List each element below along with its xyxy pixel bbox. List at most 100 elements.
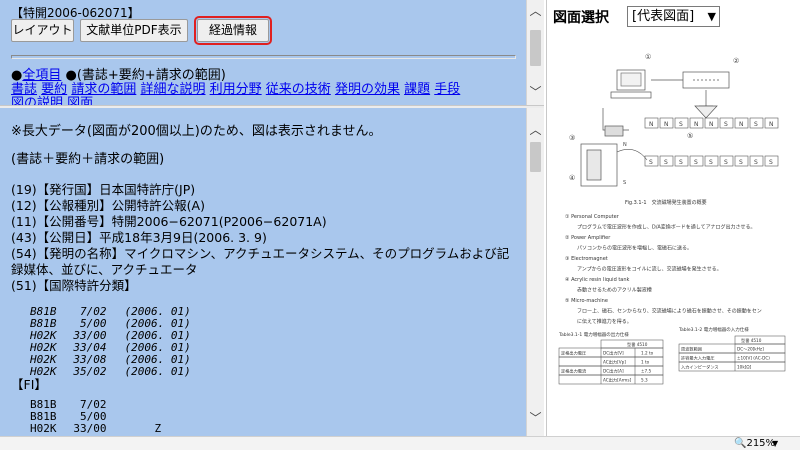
nav-abstract[interactable]: 要約 bbox=[41, 82, 67, 97]
nav-detailed-description[interactable]: 詳細な説明 bbox=[140, 82, 205, 97]
header-pane: 【特開2006-062071】 レイアウト 文献単位PDF表示 経過情報 ●全項… bbox=[0, 0, 526, 105]
section-heading: (書誌＋要約＋請求の範囲) bbox=[11, 152, 165, 167]
zoom-dropdown-icon[interactable]: ▼ bbox=[772, 437, 778, 450]
table-cell: AC出力[Arms] bbox=[603, 377, 631, 384]
magnet-label: S bbox=[724, 121, 728, 128]
patent-figure: N S ① ② ③ ④ ⑤ N N S N N S N S N S S S S S S S S S Fig.3.1… bbox=[558, 53, 786, 385]
figure-select-title: 図面選択 bbox=[553, 10, 609, 26]
magnet-label: S bbox=[649, 159, 653, 166]
figure-item-text: パソコンからの電圧波形を増幅し、電磁石に送る。 bbox=[577, 245, 692, 252]
table-model: 型番 4510 bbox=[627, 341, 648, 348]
figure-caption: Fig.3.1-1 交流磁場発生装置の概要 bbox=[625, 199, 707, 206]
zoom-value: 215% bbox=[746, 438, 776, 449]
coil-label-n: N bbox=[623, 142, 627, 148]
nav-problem[interactable]: 課題 bbox=[404, 82, 430, 97]
input-spec-table: Table3.1-2 電力増幅器の入力仕様型番 4510 周波数範囲 DC〜20[k… bbox=[678, 326, 786, 372]
scroll-down-icon[interactable]: ﹀ bbox=[527, 410, 544, 427]
history-button[interactable]: 経過情報 bbox=[194, 16, 272, 45]
status-bar: 🔍215% ▼ bbox=[0, 436, 800, 450]
circled-number: ① bbox=[645, 53, 651, 61]
circled-number: ④ bbox=[569, 174, 575, 182]
figure-item-text: プログラムで電圧波形を作成し、D/A変換ボードを通してアナログ出力させる。 bbox=[577, 224, 756, 231]
document-pane: ※長大データ(図面が200個以上)のため、図は表示されません。 (書誌＋要約＋請… bbox=[0, 108, 526, 436]
keyboard-shape bbox=[610, 91, 652, 99]
ipc-version: (2006. 01) bbox=[124, 365, 191, 378]
magnet-label: S bbox=[769, 159, 773, 166]
nav-biblio[interactable]: 書誌 bbox=[11, 82, 37, 97]
nav-row-2: 書誌 要約 請求の範囲 詳細な説明 利用分野 従来の技術 発明の効果 課題 手段 bbox=[11, 82, 460, 97]
table-cell: 1.2 to bbox=[641, 351, 654, 356]
nav-claims[interactable]: 請求の範囲 bbox=[71, 82, 136, 97]
fi-heading: 【FI】 bbox=[11, 377, 47, 392]
pdf-view-button[interactable]: 文献単位PDF表示 bbox=[80, 19, 188, 42]
output-spec-table: Table3.1-1 電力増幅器の出力仕様型番 4510 定格出力電圧 DC出力[V… bbox=[558, 331, 664, 385]
nav-current-section: (書誌+要約+請求の範囲) bbox=[76, 68, 226, 83]
table-cell: 許容最大入力電圧 bbox=[681, 355, 715, 362]
table-cell: 入力インピーダンス bbox=[681, 364, 719, 371]
figure-items: ① Personal Computer プログラムで電圧波形を作成し、D/A変換ボ… bbox=[565, 214, 762, 325]
figure-item-text: 赤動させるためのアクリル製液槽 bbox=[577, 287, 652, 294]
table-cell: 定格出力電流 bbox=[561, 368, 587, 375]
notice-text: ※長大データ(図面が200個以上)のため、図は表示されません。 bbox=[11, 124, 382, 139]
circled-number: ② bbox=[733, 57, 739, 65]
nav-effects[interactable]: 発明の効果 bbox=[335, 82, 400, 97]
table-cell: 定格出力電圧 bbox=[561, 350, 586, 357]
nav-means[interactable]: 手段 bbox=[434, 82, 460, 97]
magnet-label: S bbox=[739, 159, 743, 166]
figure-select-dropdown[interactable]: [代表図面] ▼ bbox=[627, 6, 720, 27]
layout-button[interactable]: レイアウト bbox=[11, 19, 74, 42]
figure-pane: 図面選択 [代表図面] ▼ N S ① ② ③ ④ ⑤ N N S N N S N S N S S S… bbox=[546, 0, 800, 436]
nav-row-3: 図の説明 図面 bbox=[11, 96, 93, 105]
zoom-icon: 🔍 bbox=[734, 438, 747, 449]
coil-label-s: S bbox=[623, 180, 626, 186]
bullet-icon: ● bbox=[65, 68, 77, 83]
header-scrollbar[interactable]: ︿ ﹀ bbox=[526, 0, 544, 105]
zoom-level[interactable]: 🔍215% bbox=[734, 437, 775, 450]
figure-item-text: フロー上、磁石、センからなり、交流磁場により磁石を振動させ、その振動をセン bbox=[577, 308, 762, 315]
magnet-label: N bbox=[664, 121, 669, 128]
figure-item-heading: ③ Electromagnet bbox=[565, 256, 608, 262]
magnet-label: N bbox=[649, 121, 654, 128]
scroll-down-icon[interactable]: ﹀ bbox=[527, 84, 544, 101]
scroll-thumb[interactable] bbox=[530, 142, 541, 172]
circled-number: ⑤ bbox=[687, 132, 693, 140]
scroll-thumb[interactable] bbox=[530, 30, 541, 66]
chevron-down-icon: ▼ bbox=[707, 10, 716, 23]
table-title: Table3.1-1 電力増幅器の出力仕様 bbox=[558, 331, 629, 338]
magnet-label: S bbox=[679, 121, 683, 128]
document-scrollbar[interactable]: ︿ ﹀ bbox=[526, 108, 544, 436]
nav-prior-art[interactable]: 従来の技術 bbox=[266, 82, 331, 97]
nav-field[interactable]: 利用分野 bbox=[210, 82, 262, 97]
nav-drawings[interactable]: 図面 bbox=[67, 96, 93, 105]
figure-item-text: に伝えて推進力を得る。 bbox=[577, 318, 632, 325]
table-cell: 1 to bbox=[641, 360, 650, 365]
magnet-label: S bbox=[754, 159, 758, 166]
scroll-up-icon[interactable]: ︿ bbox=[527, 3, 544, 20]
magnet-label: N bbox=[694, 121, 699, 128]
table-cell: 10k[Ω] bbox=[737, 365, 752, 370]
table-cell: DC出力[A] bbox=[603, 368, 624, 375]
table-cell: AC出力[Vp] bbox=[603, 359, 626, 366]
magnet-label: N bbox=[739, 121, 744, 128]
nav-figure-description[interactable]: 図の説明 bbox=[11, 96, 63, 105]
magnet-label: S bbox=[664, 159, 668, 166]
magnet-label: N bbox=[769, 121, 774, 128]
left-pane: 【特開2006-062071】 レイアウト 文献単位PDF表示 経過情報 ●全項… bbox=[0, 0, 544, 436]
magnet-rows: N N S N N S N S N S S S S S S S S S bbox=[616, 117, 779, 167]
magnet-label: S bbox=[694, 159, 698, 166]
table-cell: ±7.5 bbox=[641, 369, 652, 374]
biblio-line: (51)【国際特許分類】 bbox=[11, 278, 137, 293]
figure-item-text: アンプからの電圧波形をコイルに流し、交流磁場を発生させる。 bbox=[577, 266, 722, 273]
figure-item-heading: ⑤ Micro-machine bbox=[565, 298, 608, 304]
magnet-label: S bbox=[709, 159, 713, 166]
table-cell: 5.3 bbox=[641, 378, 648, 383]
nav-all-items[interactable]: 全項目 bbox=[22, 68, 61, 83]
scroll-up-icon[interactable]: ︿ bbox=[527, 122, 544, 139]
magnet-label: N bbox=[709, 121, 714, 128]
nav-row-1: ●全項目 ●(書誌+要約+請求の範囲) bbox=[11, 68, 226, 83]
bullet-icon: ● bbox=[11, 68, 23, 83]
figure-select-value: [代表図面] bbox=[632, 9, 695, 24]
figure-item-heading: ① Personal Computer bbox=[565, 214, 620, 220]
table-title: Table3.1-2 電力増幅器の入力仕様 bbox=[678, 326, 749, 333]
table-cell: DC〜20[kHz] bbox=[737, 347, 764, 352]
